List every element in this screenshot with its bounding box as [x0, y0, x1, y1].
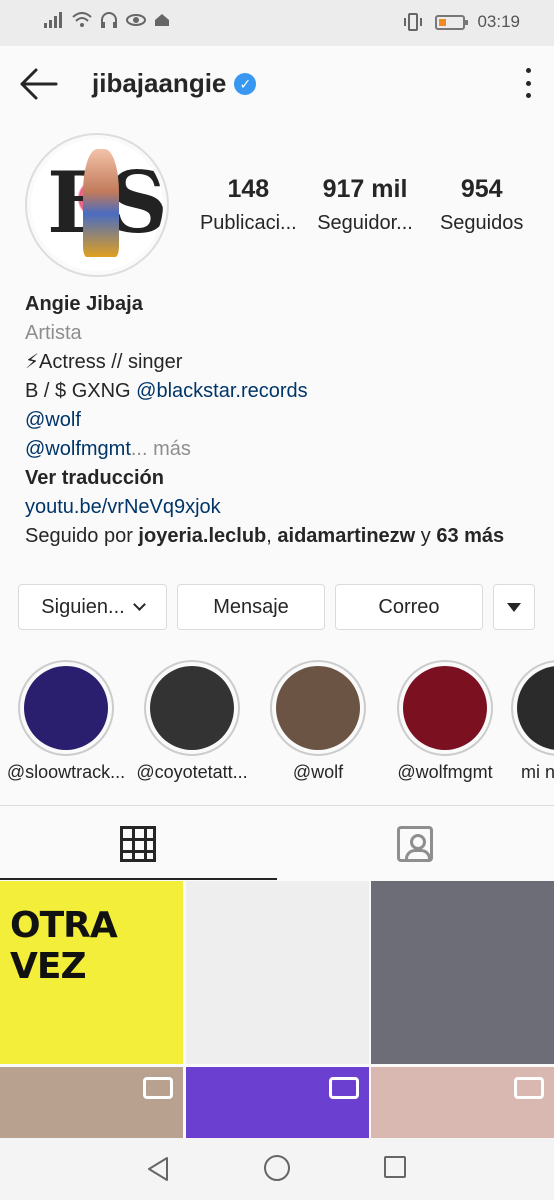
- stat-followers-label: Seguidor...: [317, 212, 413, 234]
- highlight-item[interactable]: @wolf: [258, 660, 378, 783]
- bio-mention-wolf[interactable]: @wolf: [25, 406, 535, 435]
- followed-by[interactable]: Seguido por joyeria.leclub, aidamartinez…: [25, 522, 535, 551]
- highlight-cover: [517, 666, 554, 750]
- profile-header: jibajaangie ✓: [0, 50, 554, 116]
- highlight-label: @wolf: [292, 762, 344, 782]
- stat-posts-count: 148: [227, 175, 270, 203]
- tab-tagged[interactable]: [277, 806, 554, 880]
- highlight-item[interactable]: @sloowtrack...: [6, 660, 126, 783]
- story-highlights: @sloowtrack... @coyotetatt... @wolf @wol…: [0, 660, 554, 790]
- highlight-ring: [511, 660, 554, 756]
- highlight-ring: [18, 660, 114, 756]
- highlight-label: mi n: [521, 762, 554, 782]
- profile-name: Angie Jibaja: [25, 293, 143, 315]
- highlight-item[interactable]: @wolfmgmt: [385, 660, 505, 783]
- bio-line-2-text: B / $ GXNG: [25, 380, 137, 402]
- status-time: 03:19: [477, 12, 520, 31]
- bio-line-2: B / $ GXNG @blackstar.records: [25, 377, 535, 406]
- username-text: jibajaangie: [92, 68, 227, 98]
- status-bar: 03:19: [0, 0, 554, 46]
- header-username: jibajaangie ✓: [92, 68, 257, 99]
- highlight-ring: [397, 660, 493, 756]
- profile-actions: Siguien... Mensaje Correo: [18, 584, 535, 630]
- highlight-cover: [24, 666, 108, 750]
- followed-by-more: 63 más: [436, 525, 505, 547]
- highlight-cover: [403, 666, 487, 750]
- nav-back-icon[interactable]: [146, 1156, 170, 1182]
- nav-recents-icon[interactable]: [384, 1156, 406, 1178]
- followed-by-sep: ,: [266, 525, 278, 547]
- highlight-ring: [144, 660, 240, 756]
- stat-followers[interactable]: 917 mil Seguidor...: [307, 175, 424, 235]
- vibrate-icon: [404, 13, 423, 31]
- highlight-cover: [276, 666, 360, 750]
- home-status-icon: [155, 14, 169, 26]
- highlight-item[interactable]: @coyotetatt...: [132, 660, 252, 783]
- video-icon: [143, 1077, 173, 1099]
- highlight-label: @wolfmgmt: [397, 762, 493, 782]
- bio-line-4: @wolfmgmt... más: [25, 435, 535, 464]
- bio-line-1: ⚡Actress // singer: [25, 351, 183, 373]
- highlight-label: @sloowtrack...: [6, 762, 126, 782]
- following-button-label: Siguien...: [41, 595, 125, 618]
- battery-icon: [435, 14, 469, 30]
- stat-following-label: Seguidos: [439, 212, 524, 234]
- bio-more-link[interactable]: ... más: [131, 438, 191, 460]
- grid-icon: [120, 826, 156, 862]
- status-icons-right: 03:19: [403, 12, 520, 32]
- highlight-ring: [270, 660, 366, 756]
- stat-followers-count: 917 mil: [322, 175, 408, 203]
- avatar-figure: [83, 149, 119, 257]
- more-options-icon[interactable]: [524, 68, 532, 98]
- stat-following-count: 954: [460, 175, 503, 203]
- verified-badge-icon: ✓: [234, 72, 257, 95]
- post-thumbnail[interactable]: OTRA VEZ: [0, 881, 183, 1064]
- profile-bio: Angie Jibaja Artista ⚡Actress // singer …: [25, 290, 535, 551]
- highlight-label: @coyotetatt...: [136, 762, 248, 782]
- translate-link[interactable]: Ver traducción: [25, 464, 535, 493]
- status-icons-left: [44, 12, 170, 28]
- website-link[interactable]: youtu.be/vrNeVq9xjok: [25, 493, 535, 522]
- back-arrow-icon[interactable]: [18, 66, 58, 102]
- highlight-item[interactable]: mi n: [511, 660, 554, 783]
- post-thumbnail[interactable]: [371, 881, 554, 1064]
- bio-mention-wolfmgmt[interactable]: @wolfmgmt: [25, 438, 131, 460]
- signal-icon: [44, 12, 62, 28]
- post-thumbnail[interactable]: [186, 881, 369, 1064]
- stat-posts[interactable]: 148 Publicaci...: [190, 175, 307, 235]
- followed-by-and: y: [415, 525, 437, 547]
- followed-by-user-2: aidamartinezw: [277, 525, 416, 547]
- avatar-image: BS: [31, 139, 163, 271]
- system-nav-bar: [0, 1138, 554, 1200]
- followed-by-user-1: joyeria.leclub: [138, 525, 267, 547]
- profile-category: Artista: [25, 322, 82, 344]
- nav-home-icon[interactable]: [264, 1155, 290, 1181]
- tab-grid[interactable]: [0, 806, 277, 880]
- message-button[interactable]: Mensaje: [177, 584, 325, 630]
- post-title-text: OTRA VEZ: [10, 905, 118, 987]
- avatar[interactable]: BS: [25, 133, 169, 277]
- profile-tabs: [0, 805, 554, 880]
- stat-following[interactable]: 954 Seguidos: [423, 175, 540, 235]
- email-button[interactable]: Correo: [335, 584, 483, 630]
- headphones-icon: [101, 12, 117, 28]
- followed-by-prefix: Seguido por: [25, 525, 139, 547]
- triangle-down-icon: [507, 602, 521, 612]
- wifi-icon: [72, 12, 92, 27]
- tagged-person-icon: [397, 826, 433, 862]
- eye-icon: [126, 14, 146, 26]
- bio-mention-blackstar[interactable]: @blackstar.records: [136, 380, 307, 402]
- highlight-cover: [150, 666, 234, 750]
- video-icon: [514, 1077, 544, 1099]
- following-button[interactable]: Siguien...: [18, 584, 167, 630]
- profile-stats: 148 Publicaci... 917 mil Seguidor... 954…: [190, 175, 540, 235]
- video-icon: [329, 1077, 359, 1099]
- stat-posts-label: Publicaci...: [199, 212, 297, 234]
- suggestions-dropdown-button[interactable]: [493, 584, 535, 630]
- chevron-down-icon: [132, 598, 146, 611]
